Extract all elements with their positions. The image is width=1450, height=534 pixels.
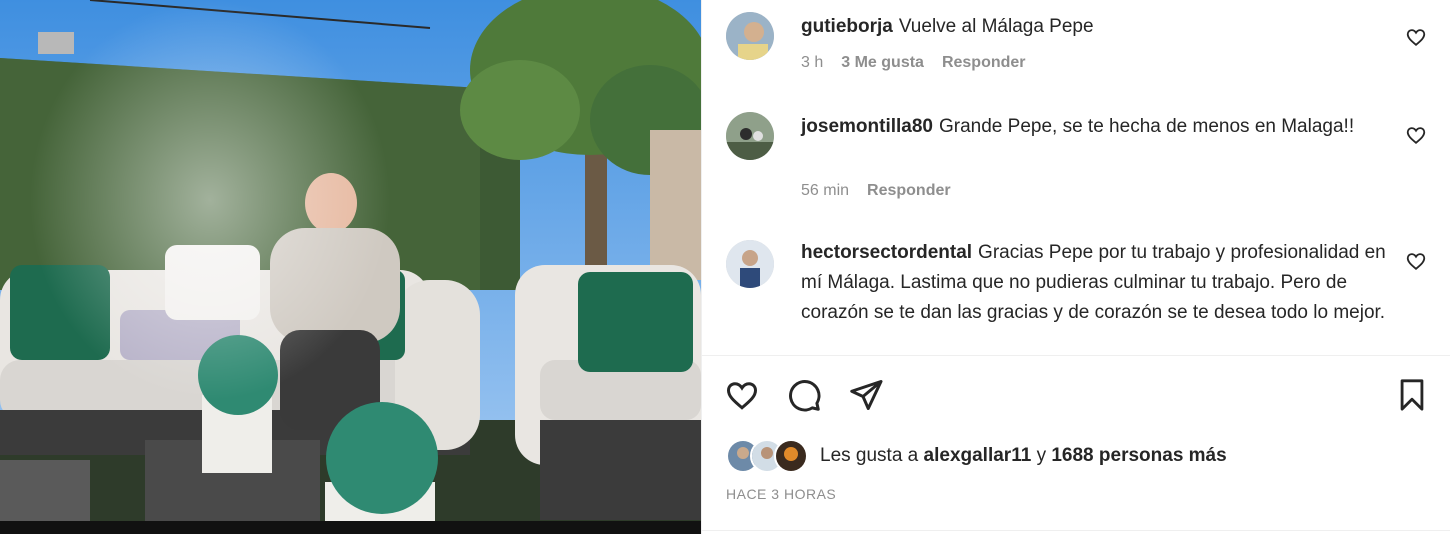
comment-time[interactable]: 3 h — [801, 54, 823, 72]
comment-meta: 3 h 3 Me gusta Responder — [801, 54, 1026, 72]
comment-like-heart-icon[interactable] — [1405, 26, 1427, 48]
comment-item: josemontilla80 Grande Pepe, se te hecha d… — [726, 112, 1426, 222]
heart-icon[interactable] — [722, 372, 762, 418]
avatar[interactable] — [726, 12, 774, 60]
comment-body: Vuelve al Málaga Pepe — [898, 16, 1094, 37]
likes-prefix: Les gusta a — [820, 445, 919, 466]
comment-username[interactable]: hectorsectordental — [801, 242, 972, 263]
likes-user[interactable]: alexgallar11 — [924, 445, 1032, 466]
likes-others[interactable]: 1688 personas más — [1051, 445, 1226, 466]
comment-body: Grande Pepe, se te hecha de menos en Mal… — [939, 116, 1355, 137]
comment-time[interactable]: 56 min — [801, 182, 849, 200]
bookmark-icon[interactable] — [1392, 372, 1432, 418]
comment-icon[interactable] — [784, 372, 824, 418]
comment-text: josemontilla80 Grande Pepe, se te hecha d… — [801, 112, 1391, 142]
comment-item: hectorsectordental Gracias Pepe por tu tr… — [726, 238, 1426, 354]
send-icon[interactable] — [846, 372, 886, 418]
comment-username[interactable]: gutieborja — [801, 16, 893, 37]
avatar[interactable] — [726, 112, 774, 160]
comment-item: gutieborja Vuelve al Málaga Pepe 3 h 3 Me… — [726, 12, 1426, 92]
comment-like-heart-icon[interactable] — [1405, 124, 1427, 146]
divider — [702, 355, 1450, 356]
post-timestamp[interactable]: HACE 3 HORAS — [726, 486, 836, 502]
comment-text: gutieborja Vuelve al Málaga Pepe — [801, 12, 1391, 42]
comments-panel: gutieborja Vuelve al Málaga Pepe 3 h 3 Me… — [701, 0, 1450, 534]
post-action-bar — [726, 372, 1426, 418]
post-photo — [0, 0, 701, 534]
comment-username[interactable]: josemontilla80 — [801, 116, 933, 137]
likes-summary: Les gusta a alexgallar11 y 1688 personas… — [726, 438, 1227, 474]
avatar[interactable] — [774, 439, 808, 473]
comment-like-heart-icon[interactable] — [1405, 250, 1426, 272]
reply-button[interactable]: Responder — [942, 54, 1026, 72]
likes-text: Les gusta a alexgallar11 y 1688 personas… — [820, 445, 1227, 467]
avatar[interactable] — [726, 240, 774, 288]
comment-meta: 56 min Responder — [801, 182, 951, 200]
comment-text: hectorsectordental Gracias Pepe por tu tr… — [801, 238, 1391, 328]
reply-button[interactable]: Responder — [867, 182, 951, 200]
likes-connector: y — [1036, 445, 1047, 466]
comment-likes[interactable]: 3 Me gusta — [841, 54, 924, 72]
divider — [702, 530, 1450, 531]
